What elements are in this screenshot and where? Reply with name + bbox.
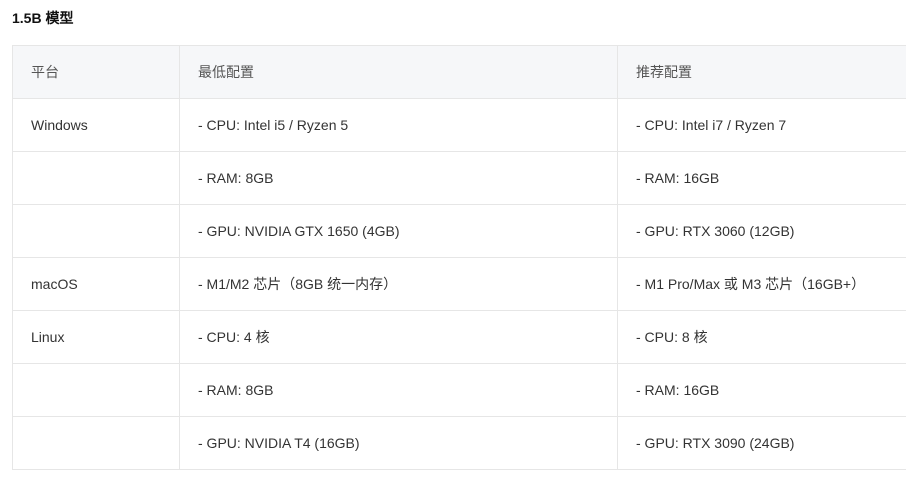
requirements-table: 平台 最低配置 推荐配置 Windows - CPU: Intel i5 / R…: [12, 45, 906, 470]
platform-cell: [12, 363, 180, 417]
header-recommended-config: 推荐配置: [617, 45, 906, 99]
recommended-cell: - GPU: RTX 3060 (12GB): [617, 204, 906, 258]
table-row: Linux - CPU: 4 核 - CPU: 8 核: [12, 310, 906, 364]
table-row: Windows - CPU: Intel i5 / Ryzen 5 - CPU:…: [12, 98, 906, 152]
recommended-cell: - M1 Pro/Max 或 M3 芯片（16GB+）: [617, 257, 906, 311]
recommended-cell: - RAM: 16GB: [617, 151, 906, 205]
table-row: - GPU: NVIDIA T4 (16GB) - GPU: RTX 3090 …: [12, 416, 906, 470]
minimum-cell: - RAM: 8GB: [179, 363, 618, 417]
minimum-cell: - GPU: NVIDIA GTX 1650 (4GB): [179, 204, 618, 258]
table-row: macOS - M1/M2 芯片（8GB 统一内存） - M1 Pro/Max …: [12, 257, 906, 311]
minimum-cell: - CPU: Intel i5 / Ryzen 5: [179, 98, 618, 152]
header-platform: 平台: [12, 45, 180, 99]
platform-cell: Windows: [12, 98, 180, 152]
page: 1.5B 模型 平台 最低配置 推荐配置 Windows - CPU: Inte…: [0, 0, 906, 480]
table-row: - RAM: 8GB - RAM: 16GB: [12, 363, 906, 417]
table-row: - GPU: NVIDIA GTX 1650 (4GB) - GPU: RTX …: [12, 204, 906, 258]
table-header-row: 平台 最低配置 推荐配置: [12, 45, 906, 99]
minimum-cell: - M1/M2 芯片（8GB 统一内存）: [179, 257, 618, 311]
minimum-cell: - CPU: 4 核: [179, 310, 618, 364]
recommended-cell: - RAM: 16GB: [617, 363, 906, 417]
platform-cell: macOS: [12, 257, 180, 311]
minimum-cell: - RAM: 8GB: [179, 151, 618, 205]
platform-cell: [12, 151, 180, 205]
minimum-cell: - GPU: NVIDIA T4 (16GB): [179, 416, 618, 470]
recommended-cell: - GPU: RTX 3090 (24GB): [617, 416, 906, 470]
section-heading: 1.5B 模型: [12, 10, 74, 26]
table-row: - RAM: 8GB - RAM: 16GB: [12, 151, 906, 205]
platform-cell: [12, 416, 180, 470]
platform-cell: [12, 204, 180, 258]
header-minimum-config: 最低配置: [179, 45, 618, 99]
recommended-cell: - CPU: 8 核: [617, 310, 906, 364]
platform-cell: Linux: [12, 310, 180, 364]
recommended-cell: - CPU: Intel i7 / Ryzen 7: [617, 98, 906, 152]
